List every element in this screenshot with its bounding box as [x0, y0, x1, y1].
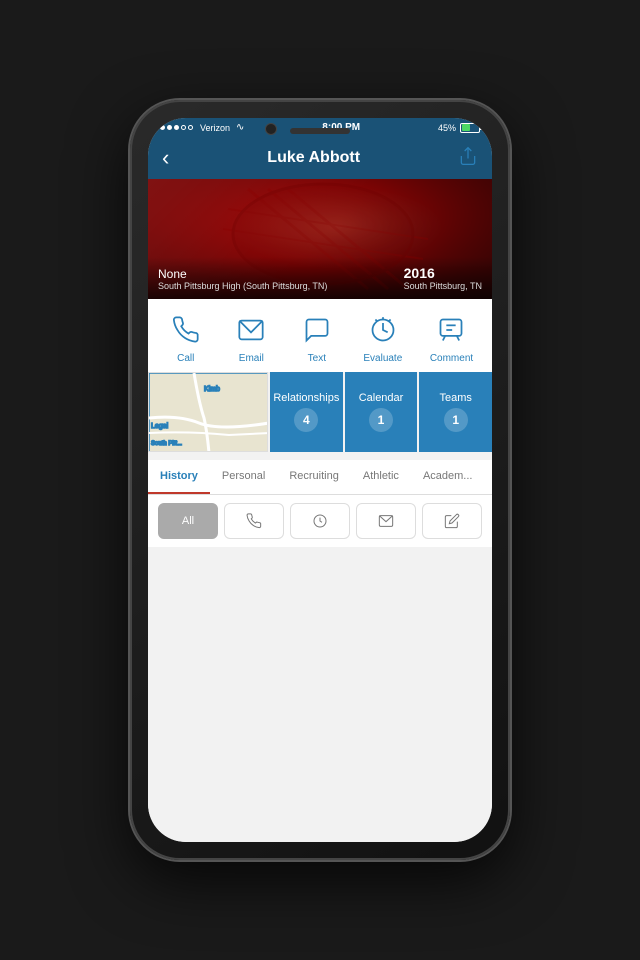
relationships-label: Relationships: [273, 392, 339, 404]
action-buttons: Call Email: [148, 299, 492, 372]
email-label: Email: [239, 353, 264, 364]
status-right: 45%: [438, 123, 480, 133]
profile-info-right: 2016 South Pittsburg, TN: [404, 265, 482, 291]
email-action[interactable]: Email: [232, 311, 270, 364]
relationships-count: 4: [294, 408, 318, 432]
comment-label: Comment: [430, 353, 473, 364]
battery-percent: 45%: [438, 123, 456, 133]
teams-count: 1: [444, 408, 468, 432]
profile-info-left: None South Pittsburg High (South Pittsbu…: [158, 267, 327, 291]
call-action[interactable]: Call: [167, 311, 205, 364]
player-tag: None: [158, 267, 327, 281]
teams-label: Teams: [439, 392, 471, 404]
phone-screen: Verizon ∿ 8:00 PM 45% ‹ Luke Abbott: [148, 118, 492, 842]
email-icon: [232, 311, 270, 349]
filter-all[interactable]: All: [158, 503, 218, 539]
signal-dot-4: [181, 125, 186, 130]
filter-clock[interactable]: [290, 503, 350, 539]
text-label: Text: [308, 353, 326, 364]
signal-dot-5: [188, 125, 193, 130]
map-card[interactable]: Kimb Legal South Pitt...: [148, 372, 268, 452]
call-label: Call: [177, 353, 194, 364]
filter-row: All: [148, 495, 492, 547]
calendar-card[interactable]: Calendar 1: [345, 372, 418, 452]
tab-personal[interactable]: Personal: [210, 460, 277, 494]
tab-recruiting[interactable]: Recruiting: [277, 460, 351, 494]
map-svg: Kimb Legal South Pitt...: [149, 373, 268, 452]
player-year: 2016: [404, 265, 482, 281]
comment-action[interactable]: Comment: [430, 311, 473, 364]
signal-dot-3: [174, 125, 179, 130]
battery-fill: [462, 124, 470, 131]
text-action[interactable]: Text: [298, 311, 336, 364]
phone-icon: [167, 311, 205, 349]
signal-dot-1: [160, 125, 165, 130]
svg-text:Legal: Legal: [151, 423, 169, 430]
tab-academic[interactable]: Academ...: [411, 460, 485, 494]
cards-row: Kimb Legal South Pitt... Relationships 4…: [148, 372, 492, 460]
nav-header: ‹ Luke Abbott: [148, 137, 492, 179]
phone-frame: Verizon ∿ 8:00 PM 45% ‹ Luke Abbott: [130, 100, 510, 860]
evaluate-action[interactable]: Evaluate: [363, 311, 402, 364]
player-location: South Pittsburg, TN: [404, 281, 482, 291]
carrier-label: Verizon: [200, 123, 230, 133]
status-time: 8:00 PM: [322, 122, 360, 133]
comment-icon: [432, 311, 470, 349]
filter-edit[interactable]: [422, 503, 482, 539]
text-icon: [298, 311, 336, 349]
calendar-label: Calendar: [359, 392, 404, 404]
wifi-icon: ∿: [236, 122, 244, 133]
back-button[interactable]: ‹: [162, 145, 169, 171]
profile-image: None South Pittsburg High (South Pittsbu…: [148, 179, 492, 299]
status-left: Verizon ∿: [160, 122, 244, 133]
page-title: Luke Abbott: [267, 149, 360, 167]
player-school: South Pittsburg High (South Pittsburg, T…: [158, 281, 327, 291]
share-button[interactable]: [458, 146, 478, 171]
relationships-card[interactable]: Relationships 4: [270, 372, 343, 452]
filter-mail[interactable]: [356, 503, 416, 539]
svg-text:Kimb: Kimb: [204, 386, 220, 393]
battery-bar: [460, 123, 480, 133]
signal-dots: [160, 125, 193, 130]
app-screen: Verizon ∿ 8:00 PM 45% ‹ Luke Abbott: [148, 118, 492, 842]
teams-card[interactable]: Teams 1: [419, 372, 492, 452]
svg-text:South Pitt...: South Pitt...: [151, 441, 182, 447]
content-area: [148, 547, 492, 842]
profile-info-overlay: None South Pittsburg High (South Pittsbu…: [148, 257, 492, 299]
status-bar: Verizon ∿ 8:00 PM 45%: [148, 118, 492, 137]
evaluate-label: Evaluate: [363, 353, 402, 364]
tab-athletic[interactable]: Athletic: [351, 460, 411, 494]
filter-phone[interactable]: [224, 503, 284, 539]
tab-bar: History Personal Recruiting Athletic Aca…: [148, 460, 492, 495]
signal-dot-2: [167, 125, 172, 130]
tab-history[interactable]: History: [148, 460, 210, 494]
map-background: Kimb Legal South Pitt...: [149, 373, 267, 451]
evaluate-icon: [364, 311, 402, 349]
calendar-count: 1: [369, 408, 393, 432]
